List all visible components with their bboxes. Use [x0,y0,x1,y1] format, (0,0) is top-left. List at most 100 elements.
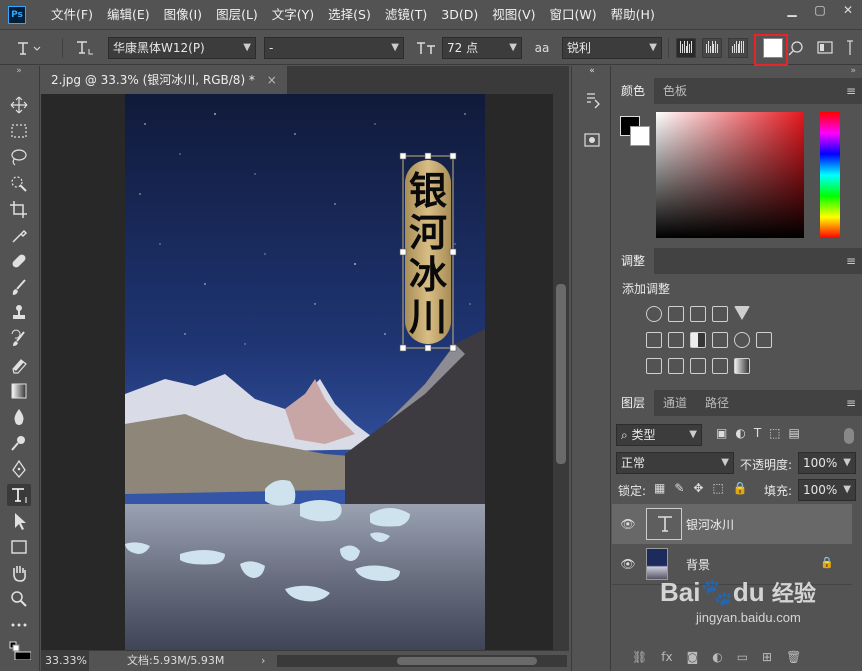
lock-artboard-icon[interactable]: ⬚ [712,481,723,495]
exposure-icon[interactable] [712,306,728,322]
crop-tool-icon[interactable] [7,198,31,220]
panel-menu-icon[interactable]: ≡ [846,390,856,416]
more-tools-icon[interactable] [7,614,31,636]
menu-select[interactable]: 选择(S) [321,0,378,29]
zoom-field[interactable]: 33.33% [41,651,89,671]
commit-icon[interactable] [842,37,858,59]
tab-paths[interactable]: 路径 [696,390,738,416]
zoom-tool-icon[interactable] [7,588,31,610]
close-button[interactable]: ✕ [834,0,862,20]
invert-icon[interactable] [646,358,662,374]
vibrance-icon[interactable] [734,306,750,320]
align-center-button[interactable] [702,38,722,58]
blur-tool-icon[interactable] [7,406,31,428]
layer-name[interactable]: 银河冰川 [686,516,734,533]
minimize-button[interactable]: ▁ [778,0,806,20]
photo-filter-icon[interactable] [712,332,728,348]
lasso-tool-icon[interactable] [7,146,31,168]
tab-layers[interactable]: 图层 [612,390,655,416]
path-selection-tool-icon[interactable] [7,510,31,532]
healing-brush-tool-icon[interactable] [7,250,31,272]
hue-saturation-icon[interactable] [646,332,662,348]
default-colors-icon[interactable] [7,638,32,661]
menu-filter[interactable]: 滤镜(T) [378,0,434,29]
menu-file[interactable]: 文件(F) [44,0,100,29]
link-layers-icon[interactable]: ⛓ [632,650,647,664]
menu-help[interactable]: 帮助(H) [604,0,662,29]
background-color-swatch[interactable] [630,126,650,146]
dodge-tool-icon[interactable] [7,432,31,454]
brush-tool-icon[interactable] [7,276,31,298]
document-image[interactable]: 银 河 冰 川 [125,94,485,650]
panel-menu-icon[interactable]: ≡ [846,78,856,104]
posterize-icon[interactable] [668,358,684,374]
opacity-field[interactable]: 100% ▼ [798,452,856,474]
quick-selection-tool-icon[interactable] [7,172,31,194]
add-mask-icon[interactable]: ◙ [687,650,699,664]
lock-position-icon[interactable]: ✥ [693,481,703,495]
color-lookup-icon[interactable] [756,332,772,348]
menu-layer[interactable]: 图层(L) [209,0,265,29]
chevron-right-icon[interactable]: › [261,651,265,671]
color-picker-field[interactable] [656,112,804,238]
eraser-tool-icon[interactable] [7,354,31,376]
new-group-icon[interactable]: ▭ [737,650,748,664]
tab-color[interactable]: 颜色 [612,78,655,104]
selective-color-icon[interactable] [712,358,728,374]
hue-slider[interactable] [820,112,840,238]
type-tool-icon[interactable] [7,484,31,506]
menu-3d[interactable]: 3D(D) [434,0,485,29]
filter-pixel-icon[interactable]: ▣ [716,426,727,440]
tab-adjustments[interactable]: 调整 [612,248,655,274]
collapse-arrows-icon[interactable]: » [850,66,856,76]
curves-icon[interactable] [690,306,706,322]
panel-menu-icon[interactable]: ≡ [846,248,856,274]
align-left-button[interactable] [676,38,696,58]
collapse-arrows-icon[interactable]: » [7,66,31,76]
character-panel-icon[interactable] [814,37,836,59]
menu-view[interactable]: 视图(V) [485,0,542,29]
gradient-tool-icon[interactable] [7,380,31,402]
menu-image[interactable]: 图像(I) [157,0,209,29]
visibility-eye-icon[interactable]: 👁 [620,556,636,572]
antialias-select[interactable]: 锐利 ▼ [562,37,662,59]
levels-icon[interactable] [668,306,684,322]
delete-layer-icon[interactable]: 🗑 [786,650,801,664]
pen-tool-icon[interactable] [7,458,31,480]
font-family-select[interactable]: 华康黑体W12(P) ▼ [108,37,256,59]
horizontal-scrollbar[interactable] [277,655,567,667]
eyedropper-tool-icon[interactable] [7,224,31,246]
fx-icon[interactable]: fx [661,650,672,664]
rectangle-tool-icon[interactable] [7,536,31,558]
clone-stamp-tool-icon[interactable] [7,302,31,324]
type-tool-preset-icon[interactable] [14,37,44,59]
move-tool-icon[interactable] [7,94,31,116]
filter-toggle[interactable] [844,428,854,444]
warp-text-icon[interactable] [786,37,806,59]
layer-name[interactable]: 背景 [686,556,710,573]
layer-filter-select[interactable]: ⌕ 类型 ▼ [616,424,702,446]
brightness-contrast-icon[interactable] [646,306,662,322]
document-tab[interactable]: 2.jpg @ 33.3% (银河冰川, RGB/8) * × [41,66,287,94]
close-tab-icon[interactable]: × [267,73,277,87]
fill-field[interactable]: 100% ▼ [798,479,856,501]
lock-transparency-icon[interactable]: ▦ [654,481,665,495]
menu-window[interactable]: 窗口(W) [543,0,604,29]
horizontal-scroll-thumb[interactable] [397,657,537,665]
tab-swatches[interactable]: 色板 [654,78,696,104]
toggle-orientation-icon[interactable] [72,37,96,59]
color-balance-icon[interactable] [668,332,684,348]
threshold-icon[interactable] [690,358,706,374]
layer-row-text[interactable]: 👁 银河冰川 [612,504,852,544]
vertical-scrollbar[interactable] [553,94,569,650]
blend-mode-select[interactable]: 正常 ▼ [616,452,734,474]
tab-channels[interactable]: 通道 [654,390,696,416]
hand-tool-icon[interactable] [7,562,31,584]
properties-icon[interactable] [582,130,602,150]
filter-adjustment-icon[interactable]: ◐ [735,426,745,440]
new-layer-icon[interactable]: ⊞ [762,650,772,664]
gradient-map-icon[interactable] [734,358,750,374]
lock-pixels-icon[interactable]: ✎ [674,481,684,495]
menu-type[interactable]: 文字(Y) [265,0,321,29]
filter-type-icon[interactable]: T [754,426,761,440]
